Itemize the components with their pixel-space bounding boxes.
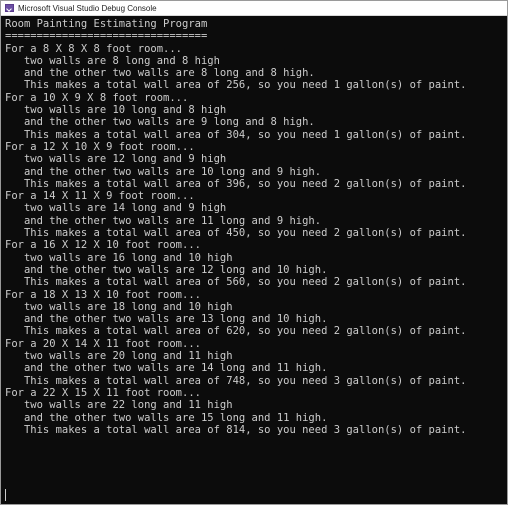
console-line: This makes a total wall area of 560, so …: [5, 276, 467, 289]
console-output[interactable]: Room Painting Estimating Program ========…: [5, 18, 507, 436]
console-line: This makes a total wall area of 450, so …: [5, 227, 467, 240]
console-line: This makes a total wall area of 256, so …: [5, 79, 467, 92]
console-line: Room Painting Estimating Program: [5, 18, 208, 30]
console-app-icon: [5, 4, 14, 12]
console-line: For a 10 X 9 X 8 foot room...: [5, 91, 189, 104]
console-line: and the other two walls are 8 long and 8…: [5, 67, 315, 80]
console-line: ================================: [5, 30, 208, 43]
console-line: two walls are 16 long and 10 high: [5, 251, 233, 264]
title-bar[interactable]: Microsoft Visual Studio Debug Console: [1, 1, 507, 16]
console-line: and the other two walls are 13 long and …: [5, 313, 328, 326]
console-line: For a 22 X 15 X 11 foot room...: [5, 386, 201, 399]
console-line: This makes a total wall area of 620, so …: [5, 325, 467, 338]
console-line: For a 20 X 14 X 11 foot room...: [5, 337, 201, 350]
console-line: and the other two walls are 15 long and …: [5, 411, 328, 424]
console-line: and the other two walls are 12 long and …: [5, 263, 328, 276]
console-line: two walls are 20 long and 11 high: [5, 350, 233, 363]
console-line: This makes a total wall area of 304, so …: [5, 128, 467, 141]
console-line: two walls are 12 long and 9 high: [5, 153, 227, 166]
console-line: For a 12 X 10 X 9 foot room...: [5, 140, 195, 153]
console-line: and the other two walls are 9 long and 8…: [5, 116, 315, 129]
console-line: For a 18 X 13 X 10 foot room...: [5, 288, 201, 301]
console-line: two walls are 22 long and 11 high: [5, 399, 233, 412]
console-line: and the other two walls are 14 long and …: [5, 362, 328, 375]
debug-console-window: Microsoft Visual Studio Debug Console Ro…: [0, 0, 508, 505]
console-line: and the other two walls are 10 long and …: [5, 165, 322, 178]
text-cursor: [5, 489, 6, 501]
console-line: two walls are 18 long and 10 high: [5, 300, 233, 313]
console-line: two walls are 14 long and 9 high: [5, 202, 227, 215]
console-line: For a 8 X 8 X 8 foot room...: [5, 42, 183, 55]
console-line: This makes a total wall area of 814, so …: [5, 423, 467, 436]
console-line: For a 16 X 12 X 10 foot room...: [5, 239, 201, 252]
console-line: This makes a total wall area of 748, so …: [5, 374, 467, 387]
console-line: This makes a total wall area of 396, so …: [5, 177, 467, 190]
console-line: two walls are 10 long and 8 high: [5, 104, 227, 117]
console-line: two walls are 8 long and 8 high: [5, 54, 220, 67]
window-title: Microsoft Visual Studio Debug Console: [18, 3, 157, 13]
console-line: For a 14 X 11 X 9 foot room...: [5, 190, 195, 203]
console-line: and the other two walls are 11 long and …: [5, 214, 322, 227]
